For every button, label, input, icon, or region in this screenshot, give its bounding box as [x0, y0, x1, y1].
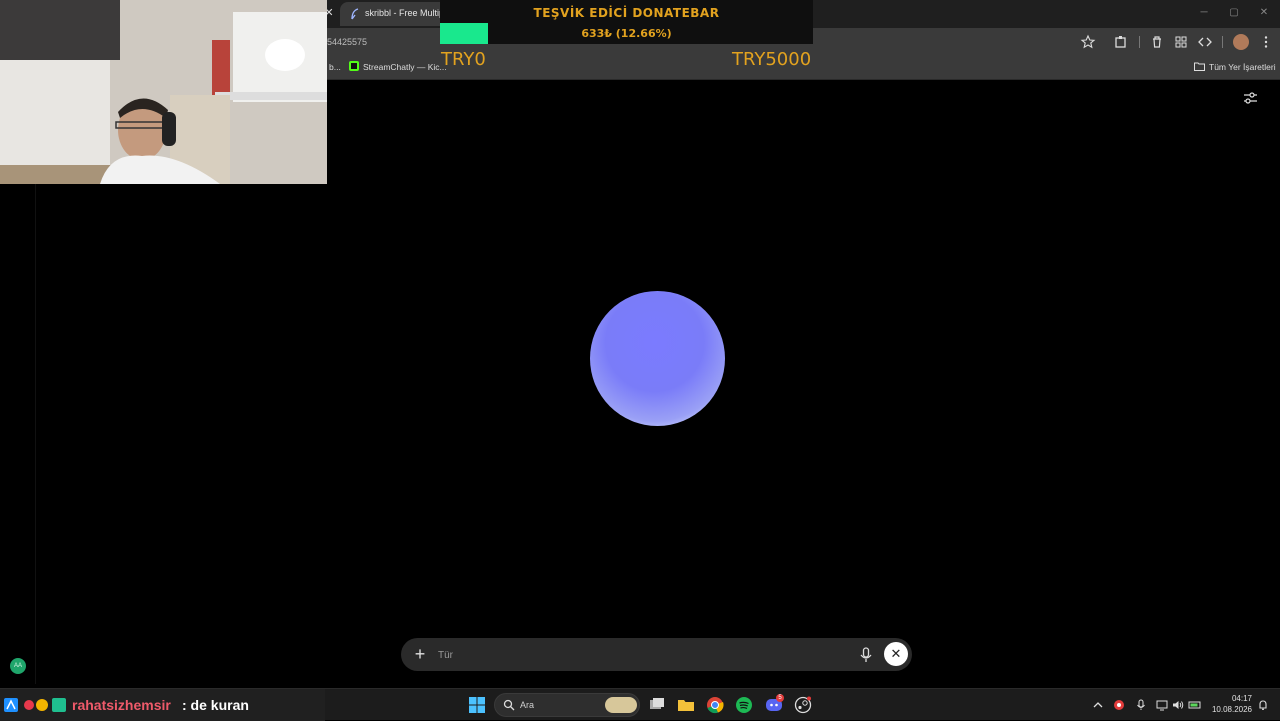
streamchatly-icon	[349, 61, 359, 71]
webcam-feed	[0, 0, 327, 184]
divider	[35, 184, 36, 684]
sliders-icon[interactable]	[1243, 91, 1258, 105]
chat-input-bar: + ✕	[401, 638, 912, 671]
file-explorer-icon[interactable]	[677, 696, 695, 714]
donation-title: TEŞVİK EDİCİ DONATEBAR	[533, 6, 720, 20]
network-icon[interactable]	[1156, 699, 1168, 711]
toolbar-divider	[1139, 36, 1140, 48]
windows-start-icon[interactable]	[469, 697, 485, 713]
aa-badge[interactable]: AA	[10, 658, 26, 674]
search-icon	[503, 699, 515, 711]
profile-avatar[interactable]	[1233, 34, 1249, 50]
chat-username: rahatsizhemsir	[72, 697, 171, 713]
close-icon[interactable]: ✕	[884, 642, 908, 666]
taskbar-search[interactable]: Ara	[494, 693, 640, 717]
donation-amount: 633₺ (12.66%)	[581, 27, 672, 40]
url-text: 54425575	[327, 37, 368, 47]
chevron-up-icon[interactable]	[1092, 699, 1104, 711]
spotify-icon[interactable]	[735, 696, 753, 714]
code-icon[interactable]	[1197, 34, 1213, 50]
trash-icon[interactable]	[1149, 34, 1165, 50]
folder-icon	[1194, 62, 1205, 71]
maximize-icon[interactable]: ▢	[1226, 6, 1242, 20]
notification-bell-icon[interactable]	[1257, 699, 1269, 711]
tray-app-icon[interactable]	[1113, 699, 1125, 711]
chat-input[interactable]	[436, 647, 836, 663]
microphone-icon[interactable]	[1135, 699, 1147, 711]
steam-icon[interactable]	[794, 696, 812, 714]
bookmark-item[interactable]: StreamChatly — Kic...	[363, 62, 447, 72]
search-highlight-icon	[605, 697, 637, 713]
clock-date[interactable]: 10.08.2026	[1206, 705, 1252, 714]
bookmark-item[interactable]: b...	[329, 62, 341, 72]
chat-message: : de kuran	[182, 697, 249, 713]
plus-icon[interactable]: +	[411, 645, 429, 663]
volume-icon[interactable]	[1172, 699, 1184, 711]
minimize-icon[interactable]: ─	[1196, 6, 1212, 20]
search-label: Ara	[520, 700, 535, 710]
ticker-badges-icon	[4, 698, 66, 712]
window-close-icon[interactable]: ✕	[1256, 6, 1272, 20]
assistant-orb	[590, 291, 725, 426]
microphone-icon[interactable]	[858, 646, 874, 664]
grid-icon[interactable]	[1173, 34, 1189, 50]
webcam-image	[0, 0, 327, 184]
clock-time[interactable]: 04:17	[1212, 694, 1252, 703]
toolbar-divider	[1222, 36, 1223, 48]
more-menu-icon[interactable]	[1258, 34, 1274, 50]
feather-icon	[351, 8, 359, 20]
star-icon[interactable]	[1080, 34, 1096, 50]
discord-badge: 5	[776, 694, 784, 702]
battery-icon[interactable]	[1188, 699, 1202, 711]
task-view-icon[interactable]	[648, 696, 666, 714]
taskbar: rahatsizhemsir : de kuran Ara 5 04:17 10…	[0, 688, 1280, 721]
donation-max-label: TRY5000	[732, 49, 812, 70]
chrome-icon[interactable]	[706, 696, 724, 714]
donation-min-label: TRY0	[441, 49, 486, 70]
all-bookmarks[interactable]: Tüm Yer İşaretleri	[1209, 62, 1276, 72]
extensions-icon[interactable]	[1113, 34, 1129, 50]
